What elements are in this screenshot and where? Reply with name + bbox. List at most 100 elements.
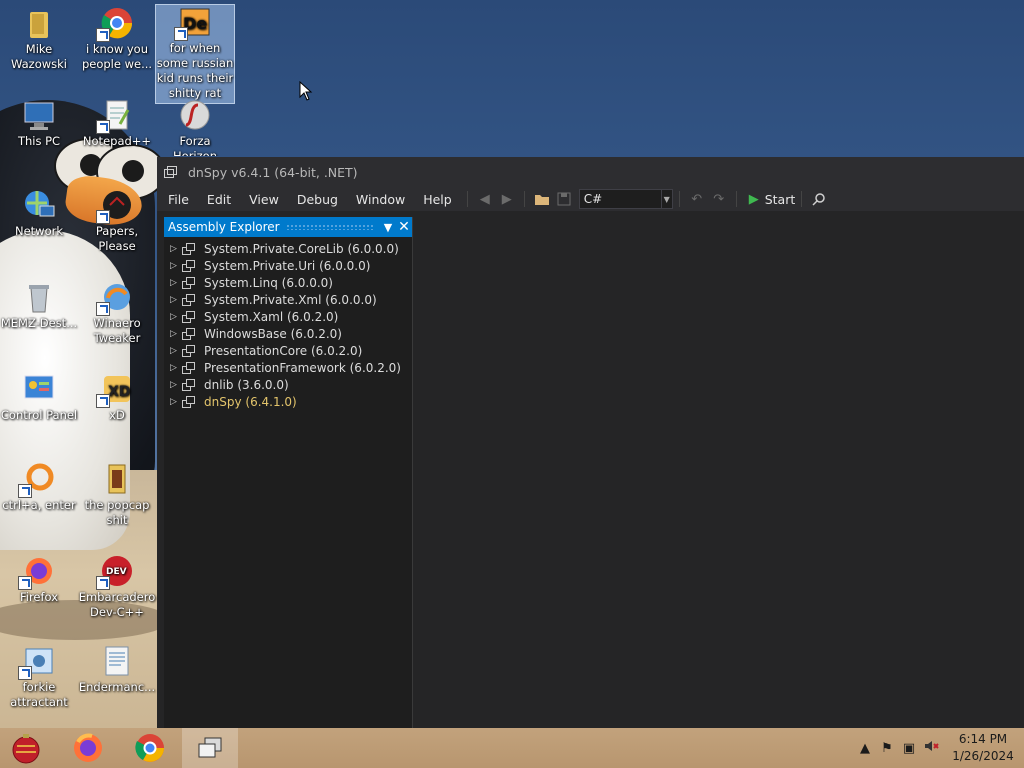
desktop-icon-dev-cpp[interactable]: DEV Embarcadero Dev-C++ [78,554,156,620]
tree-node-assembly[interactable]: ▷ PresentationFramework (6.0.2.0) [164,359,412,376]
desktop-icon-winaero-tweaker[interactable]: Winaero Tweaker [78,280,156,346]
menu-window[interactable]: Window [347,192,414,207]
desktop-icon-notepad-plus-plus[interactable]: Notepad++ [78,98,156,149]
expand-arrow-icon[interactable]: ▷ [170,261,178,271]
desktop-icon-label: Papers, Please [95,224,139,253]
toolbar-separator [466,191,468,207]
taskbar-firefox[interactable] [62,728,114,768]
expand-arrow-icon[interactable]: ▷ [170,244,178,254]
save-icon[interactable] [555,190,573,208]
start-button[interactable]: ▶ Start [749,192,796,207]
panel-menu-dropdown-icon[interactable]: ▼ [380,221,396,234]
menu-debug[interactable]: Debug [288,192,347,207]
tree-node-assembly[interactable]: ▷ System.Xaml (6.0.2.0) [164,308,412,325]
xd-icon: XD [96,372,134,408]
expand-arrow-icon[interactable]: ▷ [170,278,178,288]
show-hidden-icons-chevron-icon[interactable]: ▲ [854,741,876,756]
desktop-icon-firefox[interactable]: Firefox [0,554,78,605]
desktop-icon-i-know-you-people[interactable]: i know you people we... [78,6,156,72]
taskbar-dnspy[interactable] [182,728,238,768]
expand-arrow-icon[interactable]: ▷ [170,380,178,390]
tree-node-assembly[interactable]: ▷ WindowsBase (6.0.2.0) [164,325,412,342]
desktop-icon-forkie-attractant[interactable]: forkie attractant [0,644,78,710]
toolbar-separator [735,191,737,207]
flash-icon [178,98,212,132]
taskbar-chrome[interactable] [124,728,176,768]
language-dropdown[interactable]: C# ▼ [578,189,673,209]
tree-node-assembly[interactable]: ▷ PresentationCore (6.0.2.0) [164,342,412,359]
notepad-plus-plus-icon [96,98,134,134]
desktop-icon-label: the popcap shit [84,498,150,527]
navigate-back-icon[interactable]: ◀ [476,190,494,208]
desktop-icon-memz[interactable]: MEMZ-Dest... [0,280,78,331]
toolbar-separator [523,191,525,207]
desktop-icon-xd[interactable]: XD xD [78,372,156,423]
desktop-icon-mike-wazowski[interactable]: Mike Wazowski [0,6,78,72]
popcap-icon [100,462,134,496]
desktop-icon-endermanch[interactable]: Endermanc... [78,644,156,695]
desktop-icon-network[interactable]: Network [0,188,78,239]
assembly-icon [182,327,196,340]
desktop-icon-label: Forza Horizon 5.exe [173,134,217,156]
document-area[interactable] [413,217,1024,728]
shortcut-arrow-icon [96,210,110,224]
tree-node-assembly[interactable]: ▷ System.Private.Xml (6.0.0.0) [164,291,412,308]
menu-edit[interactable]: Edit [198,192,240,207]
undo-icon[interactable]: ↶ [688,190,706,208]
start-button[interactable] [0,728,52,768]
assembly-version: (6.4.1.0) [245,394,297,409]
desktop-icon-this-pc[interactable]: This PC [0,98,78,149]
desktop-icon-popcap[interactable]: the popcap shit [78,462,156,528]
open-folder-icon[interactable] [533,190,551,208]
assembly-icon [182,276,196,289]
toolbar-separator [801,191,803,207]
desktop-icon-papers-please[interactable]: Papers, Please [78,188,156,254]
desktop-icon-label: Embarcadero Dev-C++ [78,590,156,619]
clock[interactable]: 6:14 PM 1/26/2024 [950,731,1016,765]
shortcut-arrow-icon [174,27,188,41]
panel-title: Assembly Explorer [168,220,280,234]
search-icon[interactable] [810,190,828,208]
expand-arrow-icon[interactable]: ▷ [170,363,178,373]
expand-arrow-icon[interactable]: ▷ [170,397,178,407]
volume-muted-icon[interactable] [920,739,942,757]
desktop-icon-ctrl-a-enter[interactable]: ctrl+a, enter [0,462,78,513]
shortcut-arrow-icon [18,576,32,590]
redo-icon[interactable]: ↷ [710,190,728,208]
expand-arrow-icon[interactable]: ▷ [170,346,178,356]
tree-node-assembly-dnspy[interactable]: ▷ dnSpy (6.4.1.0) [164,393,412,410]
desktop-icon-label: MEMZ-Dest... [0,316,78,330]
desktop-icon-dnspy-shortcut[interactable]: De for when some russian kid runs their … [155,4,235,104]
shortcut-arrow-icon [96,302,110,316]
menu-file[interactable]: File [159,192,198,207]
menu-help[interactable]: Help [414,192,461,207]
desktop-icon-label: Winaero Tweaker [93,316,141,345]
network-icon[interactable]: ▣ [898,741,920,756]
menu-view[interactable]: View [240,192,288,207]
window-app-icon [164,166,178,178]
tree-node-assembly[interactable]: ▷ System.Linq (6.0.0.0) [164,274,412,291]
tree-node-assembly[interactable]: ▷ System.Private.Uri (6.0.0.0) [164,257,412,274]
dnspy-window: dnSpy v6.4.1 (64-bit, .NET) File Edit Vi… [157,157,1024,728]
desktop-icon-forza[interactable]: Forza Horizon 5.exe [156,98,234,156]
svg-text:XD: XD [108,384,130,400]
expand-arrow-icon[interactable]: ▷ [170,295,178,305]
tree-node-assembly[interactable]: ▷ System.Private.CoreLib (6.0.0.0) [164,240,412,257]
assembly-version: (6.0.2.0) [290,326,342,341]
title-bar[interactable]: dnSpy v6.4.1 (64-bit, .NET) [157,157,1024,187]
assembly-name: System.Private.Xml [204,292,322,307]
flag-icon[interactable]: ⚑ [876,741,898,756]
expand-arrow-icon[interactable]: ▷ [170,329,178,339]
close-icon[interactable]: ✕ [396,219,412,235]
clock-time: 6:14 PM [958,732,1008,746]
shortcut-arrow-icon [96,576,110,590]
tree-node-assembly[interactable]: ▷ dnlib (3.6.0.0) [164,376,412,393]
expand-arrow-icon[interactable]: ▷ [170,312,178,322]
panel-grip[interactable] [285,224,374,230]
folder-icon [22,6,56,40]
assembly-version: (6.0.0.0) [319,258,371,273]
assembly-icon [182,395,196,408]
desktop-icon-control-panel[interactable]: Control Panel [0,372,78,423]
navigate-forward-icon[interactable]: ▶ [498,190,516,208]
assembly-tree: ▷ System.Private.CoreLib (6.0.0.0) ▷ Sys… [164,237,412,410]
